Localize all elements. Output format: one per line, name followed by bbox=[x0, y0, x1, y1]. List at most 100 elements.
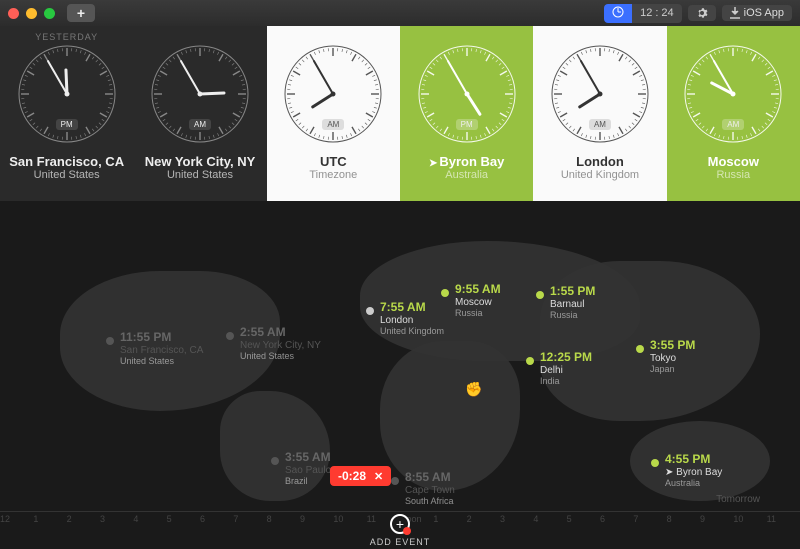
clock-face: PM bbox=[417, 44, 517, 144]
map-city-label[interactable]: 1:55 PM Barnaul Russia bbox=[550, 285, 595, 321]
gear-icon bbox=[696, 7, 708, 19]
map-city-label[interactable]: 8:55 AM Cape Town South Africa bbox=[405, 471, 455, 507]
hour-tick: 8 bbox=[667, 514, 672, 524]
close-window-button[interactable] bbox=[8, 8, 19, 19]
clock-card[interactable]: YESTERDAY PM San Francisco, CA United St… bbox=[0, 26, 133, 201]
world-map[interactable]: 11:55 PM San Francisco, CA United States… bbox=[0, 201, 800, 511]
hour-tick: 12 bbox=[0, 514, 10, 524]
location-icon: ➤ bbox=[429, 158, 437, 169]
hour-tick: 9 bbox=[300, 514, 305, 524]
map-city-name: New York City, NY bbox=[240, 340, 321, 352]
map-city-name: San Francisco, CA bbox=[120, 345, 203, 357]
clock-card[interactable]: PM ➤Byron Bay Australia bbox=[400, 26, 533, 201]
hour-tick: 4 bbox=[133, 514, 138, 524]
add-clock-button[interactable]: + bbox=[67, 4, 95, 22]
hour-tick: 8 bbox=[267, 514, 272, 524]
view-mode-segment: 12:24 bbox=[604, 4, 682, 23]
map-city-label[interactable]: 12:25 PM Delhi India bbox=[540, 351, 592, 387]
map-pin[interactable] bbox=[271, 457, 279, 465]
map-pin[interactable] bbox=[366, 307, 374, 315]
ios-app-button[interactable]: iOS App bbox=[722, 5, 792, 21]
digital-sample-left: 12 bbox=[640, 7, 652, 19]
map-city-sub: United Kingdom bbox=[380, 326, 444, 336]
map-time: 3:55 PM bbox=[650, 339, 695, 353]
clock-card[interactable]: AM New York City, NY United States bbox=[133, 26, 266, 201]
hour-tick: 5 bbox=[167, 514, 172, 524]
map-city-label[interactable]: 3:55 PM Tokyo Japan bbox=[650, 339, 695, 375]
clock-card[interactable]: AM London United Kingdom bbox=[533, 26, 666, 201]
clock-card[interactable]: AM Moscow Russia bbox=[667, 26, 800, 201]
add-event-button[interactable]: + bbox=[390, 514, 410, 534]
map-pin[interactable] bbox=[651, 459, 659, 467]
hour-tick: 7 bbox=[633, 514, 638, 524]
map-pin[interactable] bbox=[636, 345, 644, 353]
hour-tick: 10 bbox=[333, 514, 343, 524]
map-city-name: London bbox=[380, 315, 444, 327]
map-time: 2:55 AM bbox=[240, 326, 321, 340]
hour-tick: 11 bbox=[767, 514, 776, 524]
hour-tick: 6 bbox=[200, 514, 205, 524]
map-city-sub: Brazil bbox=[285, 476, 331, 486]
clock-card[interactable]: AM UTC Timezone bbox=[267, 26, 400, 201]
hour-tick: 3 bbox=[500, 514, 505, 524]
digital-view-button[interactable]: 12:24 bbox=[632, 4, 682, 23]
city-name: London bbox=[576, 154, 624, 169]
map-city-label[interactable]: 7:55 AM London United Kingdom bbox=[380, 301, 444, 337]
country-name: United States bbox=[167, 169, 233, 181]
hour-tick: 5 bbox=[567, 514, 572, 524]
map-city-sub: United States bbox=[120, 356, 203, 366]
minimize-window-button[interactable] bbox=[26, 8, 37, 19]
map-city-name: ➤ Byron Bay bbox=[665, 467, 722, 479]
map-city-name: Delhi bbox=[540, 365, 592, 377]
hour-tick: 2 bbox=[467, 514, 472, 524]
fullscreen-window-button[interactable] bbox=[44, 8, 55, 19]
ios-app-label: iOS App bbox=[744, 7, 784, 19]
digital-sample-right: 24 bbox=[661, 7, 673, 19]
clock-face: AM bbox=[550, 44, 650, 144]
city-name: ➤Byron Bay bbox=[429, 154, 504, 169]
map-pin[interactable] bbox=[106, 337, 114, 345]
time-offset-badge[interactable]: -0:28 ✕ bbox=[330, 466, 391, 486]
map-pin[interactable] bbox=[536, 291, 544, 299]
map-city-label[interactable]: 2:55 AM New York City, NY United States bbox=[240, 326, 321, 362]
ampm-badge: PM bbox=[56, 119, 78, 130]
hour-tick: 1 bbox=[433, 514, 438, 524]
map-city-sub: South Africa bbox=[405, 496, 455, 506]
city-name: Moscow bbox=[708, 154, 759, 169]
country-name: United States bbox=[34, 169, 100, 181]
hour-tick: 11 bbox=[367, 514, 376, 524]
map-city-name: Barnaul bbox=[550, 299, 595, 311]
map-time: 7:55 AM bbox=[380, 301, 444, 315]
map-city-label[interactable]: 9:55 AM Moscow Russia bbox=[455, 283, 501, 319]
hour-tick: 1 bbox=[33, 514, 38, 524]
map-pin[interactable] bbox=[391, 477, 399, 485]
map-pin[interactable] bbox=[526, 357, 534, 365]
map-city-label[interactable]: 11:55 PM San Francisco, CA United States bbox=[120, 331, 203, 367]
title-bar-right: 12:24 iOS App bbox=[604, 4, 792, 23]
analog-view-button[interactable] bbox=[604, 4, 632, 23]
continent-shape bbox=[380, 341, 520, 491]
tomorrow-label: Tomorrow bbox=[716, 494, 760, 505]
map-city-label[interactable]: 4:55 PM ➤ Byron Bay Australia bbox=[665, 453, 722, 489]
country-name: Timezone bbox=[309, 169, 357, 181]
map-city-label[interactable]: 3:55 AM Sao Paulo Brazil bbox=[285, 451, 331, 487]
ampm-badge: AM bbox=[722, 119, 744, 130]
map-time: 3:55 AM bbox=[285, 451, 331, 465]
map-city-name: Cape Town bbox=[405, 485, 455, 497]
timeline[interactable]: 121234567891011Noon1234567891011 + ADD E… bbox=[0, 511, 800, 549]
close-icon[interactable]: ✕ bbox=[374, 470, 383, 483]
city-name: UTC bbox=[320, 154, 347, 169]
clock-face: AM bbox=[683, 44, 783, 144]
hour-tick: 6 bbox=[600, 514, 605, 524]
map-pin[interactable] bbox=[441, 289, 449, 297]
map-city-sub: United States bbox=[240, 351, 321, 361]
map-city-sub: India bbox=[540, 376, 592, 386]
ampm-badge: AM bbox=[322, 119, 344, 130]
map-pin[interactable] bbox=[226, 332, 234, 340]
settings-button[interactable] bbox=[688, 5, 716, 21]
window-controls bbox=[8, 8, 55, 19]
map-time: 8:55 AM bbox=[405, 471, 455, 485]
hour-tick: 7 bbox=[233, 514, 238, 524]
city-name: New York City, NY bbox=[145, 154, 256, 169]
clock-face: AM bbox=[150, 44, 250, 144]
